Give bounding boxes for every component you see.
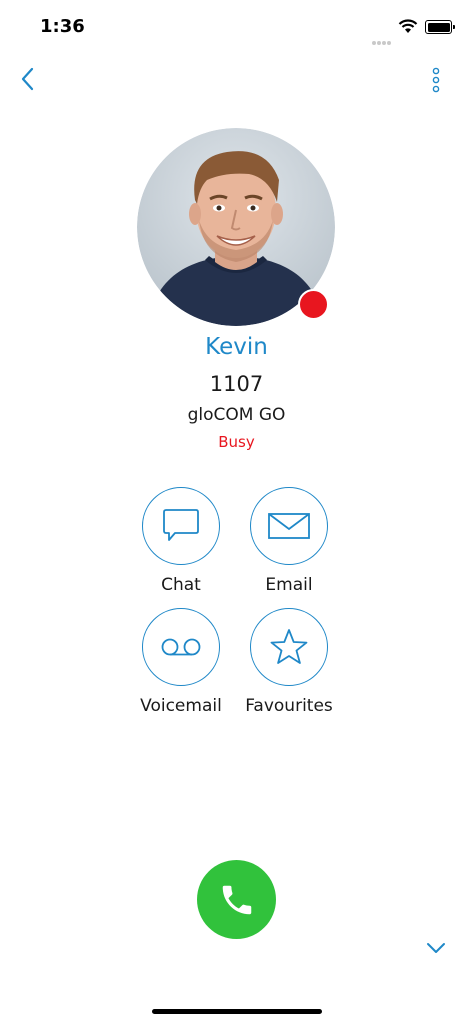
envelope-icon <box>268 513 310 539</box>
star-icon <box>270 629 308 664</box>
status-time: 1:36 <box>40 16 85 37</box>
chat-bubble-icon <box>163 509 199 541</box>
contact-extension: 1107 <box>209 372 264 396</box>
email-button[interactable] <box>250 487 328 565</box>
signal-icon <box>372 30 392 49</box>
chat-button[interactable] <box>142 487 220 565</box>
email-label: Email <box>265 575 313 595</box>
chevron-down-icon[interactable] <box>424 938 448 958</box>
status-bar: 1:36 <box>0 0 473 56</box>
favourites-label: Favourites <box>245 696 333 716</box>
contact-name: Kevin <box>205 334 268 360</box>
favourites-action[interactable]: Favourites <box>224 608 354 716</box>
contact-app-name: gloCOM GO <box>187 405 286 425</box>
email-action[interactable]: Email <box>224 487 354 595</box>
voicemail-icon <box>161 638 201 656</box>
favourites-button[interactable] <box>250 608 328 686</box>
battery-icon <box>425 20 455 34</box>
phone-icon <box>222 885 251 914</box>
back-chevron-icon[interactable] <box>14 64 42 94</box>
call-button[interactable] <box>197 860 276 939</box>
presence-indicator <box>298 289 329 320</box>
home-indicator <box>152 1009 322 1014</box>
more-options-icon[interactable] <box>426 64 446 96</box>
voicemail-button[interactable] <box>142 608 220 686</box>
wifi-icon <box>398 19 418 33</box>
presence-status: Busy <box>218 433 255 451</box>
